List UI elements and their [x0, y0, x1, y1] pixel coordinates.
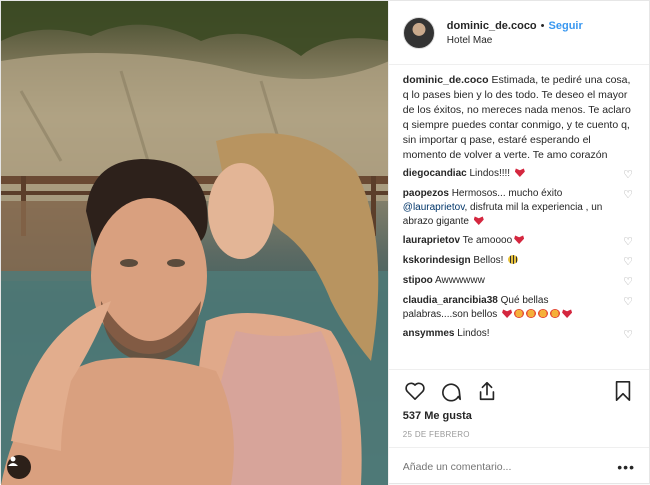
comment-mention-link[interactable]: @lauraprietov [403, 202, 465, 213]
comment-body: lauraprietov Te amoooo [403, 234, 603, 248]
follow-button[interactable]: Seguir [549, 20, 583, 32]
bookmark-icon[interactable] [611, 379, 635, 403]
comment-username[interactable]: kskorindesign [403, 255, 471, 266]
comment-item: lauraprietov Te amoooo ♡ [403, 234, 635, 249]
header-top: dominic_de.coco • Seguir [447, 20, 583, 32]
comment-text: Lindos! [457, 328, 490, 339]
comment-username[interactable]: stipoo [403, 275, 433, 286]
comment-body: stipoo Awwwwww [403, 274, 603, 288]
comment-username[interactable]: claudia_arancibia38 [403, 295, 498, 306]
comment-text: Hermosos... mucho éxito [451, 188, 563, 199]
add-comment-input[interactable] [402, 460, 603, 473]
bee-emoji-icon [508, 255, 519, 264]
comment-like-heart-icon[interactable]: ♡ [621, 295, 635, 309]
face-emoji-icon [526, 309, 537, 318]
add-comment-bar: ••• [388, 447, 649, 485]
heart-emoji-icon [562, 309, 573, 318]
post-header: dominic_de.coco • Seguir Hotel Mae [388, 1, 649, 65]
comment-item: paopezos Hermosos... mucho éxito @laurap… [403, 187, 635, 229]
action-row [403, 376, 635, 406]
heart-emoji-icon [514, 235, 525, 244]
share-icon[interactable] [475, 379, 499, 403]
comment-username[interactable]: ansymmes [403, 328, 455, 339]
face-emoji-icon [538, 309, 549, 318]
face-emoji-icon [514, 309, 525, 318]
header-username[interactable]: dominic_de.coco [447, 20, 537, 32]
comment-item: stipoo Awwwwww ♡ [403, 274, 635, 289]
header-separator: • [540, 19, 545, 32]
comment-body: claudia_arancibia38 Qué bellas palabras.… [403, 294, 603, 322]
post-date: 25 DE FEBRERO [402, 430, 470, 439]
photo-illustration [1, 1, 388, 485]
comment-username[interactable]: paopezos [403, 188, 449, 199]
caption-username[interactable]: dominic_de.coco [403, 74, 489, 86]
face-emoji-icon [550, 309, 561, 318]
post-caption: dominic_de.coco Estimada, te pediré una … [403, 73, 635, 163]
more-options-icon[interactable]: ••• [617, 459, 635, 475]
comment-like-heart-icon[interactable]: ♡ [621, 235, 635, 249]
header-text: dominic_de.coco • Seguir Hotel Mae [447, 20, 583, 46]
comment-body: diegocandiac Lindos!!!! [403, 167, 603, 181]
comment-text: Te amoooo [462, 235, 513, 246]
user-tag-icon[interactable] [7, 455, 31, 479]
heart-emoji-icon [514, 168, 525, 177]
comment-like-heart-icon[interactable]: ♡ [621, 275, 635, 289]
heart-icon[interactable] [403, 379, 427, 403]
comment-item: kskorindesign Bellos! ♡ [403, 254, 635, 269]
post-actions: 537 Me gusta 25 DE FEBRERO [388, 369, 649, 447]
comment-username[interactable]: lauraprietov [403, 235, 460, 246]
comment-body: paopezos Hermosos... mucho éxito @laurap… [403, 187, 603, 229]
comment-body: kskorindesign Bellos! [403, 254, 603, 268]
comment-like-heart-icon[interactable]: ♡ [621, 255, 635, 269]
likes-count[interactable]: 537 Me gusta [403, 410, 635, 422]
comments-list[interactable]: dominic_de.coco Estimada, te pediré una … [389, 65, 649, 369]
caption-text: Estimada, te pediré una cosa, q lo pases… [402, 74, 631, 161]
avatar[interactable] [402, 16, 435, 49]
comment-item: diegocandiac Lindos!!!! ♡ [403, 167, 635, 182]
comment-item: claudia_arancibia38 Qué bellas palabras.… [403, 294, 635, 322]
post-side-panel: dominic_de.coco • Seguir Hotel Mae domin… [387, 1, 649, 485]
comment-like-heart-icon[interactable]: ♡ [621, 188, 635, 202]
post-photo[interactable] [1, 1, 388, 485]
instagram-post: dominic_de.coco • Seguir Hotel Mae domin… [0, 0, 650, 485]
heart-emoji-icon [473, 216, 484, 225]
comment-text: Bellos! [473, 255, 507, 266]
comment-text: Lindos!!!! [469, 168, 513, 179]
comment-username[interactable]: diegocandiac [403, 168, 467, 179]
heart-emoji-icon [502, 309, 513, 318]
location-link[interactable]: Hotel Mae [447, 35, 583, 46]
comment-like-heart-icon[interactable]: ♡ [621, 328, 635, 342]
comment-item: ansymmes Lindos! ♡ [403, 327, 635, 342]
comment-text: Awwwwww [435, 275, 485, 286]
comment-icon[interactable] [439, 379, 463, 403]
comment-body: ansymmes Lindos! [403, 327, 603, 341]
comment-like-heart-icon[interactable]: ♡ [621, 168, 635, 182]
